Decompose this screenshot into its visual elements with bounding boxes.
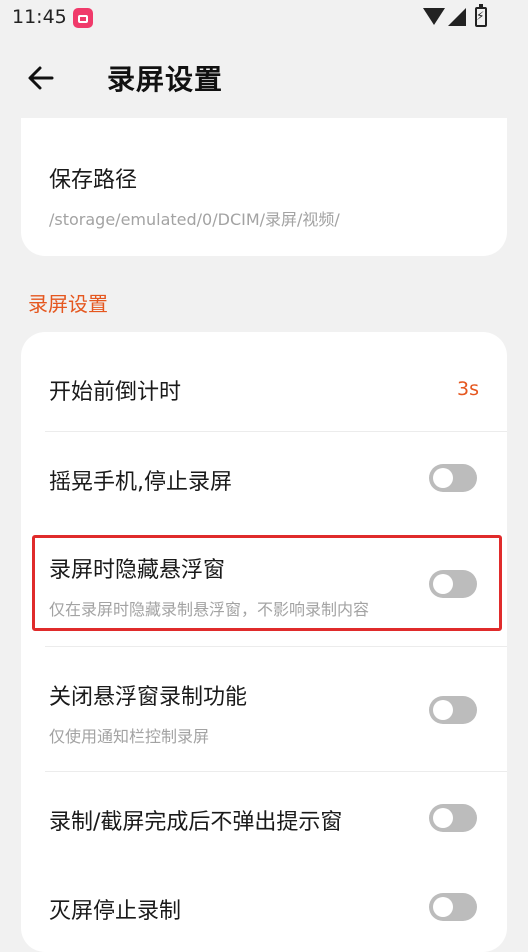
save-path-value: /storage/emulated/0/DCIM/录屏/视频/	[49, 210, 340, 229]
toggle-knob	[433, 700, 453, 720]
highlight-box	[32, 535, 502, 631]
section-header: 录屏设置	[28, 292, 108, 316]
page-title: 录屏设置	[107, 63, 224, 96]
close-float-title: 关闭悬浮窗录制功能	[49, 685, 248, 710]
shake-stop-row[interactable]: 摇晃手机,停止录屏	[21, 432, 507, 522]
back-button[interactable]	[22, 58, 62, 98]
shake-stop-title: 摇晃手机,停止录屏	[49, 470, 232, 495]
countdown-row[interactable]: 开始前倒计时 3s	[21, 332, 507, 432]
toggle-knob	[433, 468, 453, 488]
wifi-icon	[423, 8, 445, 25]
close-float-toggle[interactable]	[429, 696, 477, 724]
save-path-card: 保存路径 /storage/emulated/0/DCIM/录屏/视频/	[21, 118, 507, 256]
no-popup-row[interactable]: 录制/截屏完成后不弹出提示窗	[21, 772, 507, 862]
countdown-value: 3s	[457, 378, 479, 400]
shake-stop-toggle[interactable]	[429, 464, 477, 492]
status-bar: 11:45	[0, 0, 528, 36]
close-float-row[interactable]: 关闭悬浮窗录制功能 仅使用通知栏控制录屏	[21, 647, 507, 771]
status-time: 11:45	[12, 6, 67, 28]
no-popup-toggle[interactable]	[429, 804, 477, 832]
countdown-title: 开始前倒计时	[49, 380, 182, 405]
app-header: 录屏设置	[0, 44, 528, 112]
back-arrow-icon	[28, 66, 54, 90]
recording-settings-card: 开始前倒计时 3s 摇晃手机,停止录屏 录屏时隐藏悬浮窗 仅在录屏时隐藏录制悬浮…	[21, 332, 507, 952]
save-path-row[interactable]: 保存路径 /storage/emulated/0/DCIM/录屏/视频/	[21, 118, 507, 256]
signal-icon	[448, 8, 466, 26]
screen-off-stop-toggle[interactable]	[429, 893, 477, 921]
screen-off-stop-title: 灭屏停止录制	[49, 899, 182, 924]
battery-charging-icon	[475, 4, 487, 27]
close-float-subtitle: 仅使用通知栏控制录屏	[49, 727, 210, 746]
screen-recorder-app-icon	[73, 8, 93, 28]
no-popup-title: 录制/截屏完成后不弹出提示窗	[49, 810, 343, 835]
toggle-knob	[433, 897, 453, 917]
toggle-knob	[433, 808, 453, 828]
save-path-title: 保存路径	[49, 168, 138, 193]
